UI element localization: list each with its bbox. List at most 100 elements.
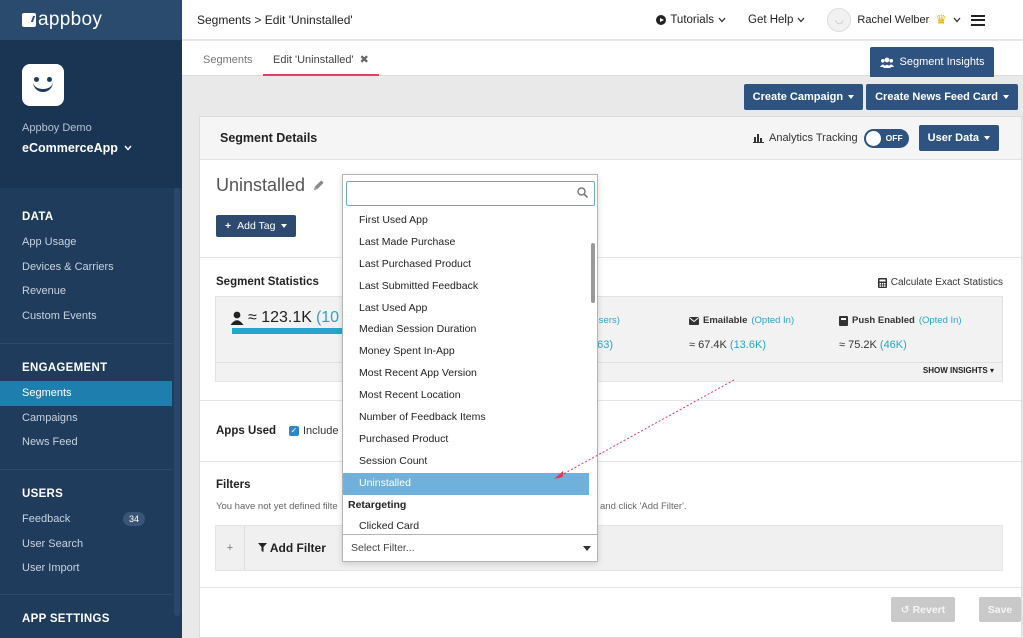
filter-option[interactable]: Clicked Card bbox=[343, 516, 589, 535]
total-users-value: ≈ 123.1K bbox=[248, 309, 312, 326]
segment-name[interactable]: Uninstalled bbox=[216, 175, 305, 196]
plus-icon: + bbox=[225, 220, 232, 232]
dropdown-scrollbar[interactable] bbox=[591, 243, 595, 303]
push-enabled-value: ≈ 75.2K bbox=[839, 339, 877, 351]
app-name-label: eCommerceApp bbox=[22, 141, 118, 155]
logo-bar[interactable]: appboy bbox=[0, 0, 182, 40]
add-filter-bar: + Add Filter bbox=[215, 525, 1003, 571]
divider bbox=[200, 587, 1021, 588]
breadcrumb[interactable]: Segments > Edit 'Uninstalled' bbox=[197, 13, 353, 27]
divider bbox=[200, 257, 1021, 258]
chevron-down-icon bbox=[718, 17, 726, 23]
include-checkbox[interactable]: ✓ bbox=[289, 426, 299, 436]
emailable-sub: (Opted In) bbox=[751, 315, 795, 326]
sidebar-item-app-usage[interactable]: App Usage bbox=[0, 230, 182, 255]
card-header: Segment Details Analytics Tracking OFF U… bbox=[200, 117, 1021, 160]
sidebar-item-custom-events[interactable]: Custom Events bbox=[0, 304, 182, 329]
filter-option[interactable]: Last Made Purchase bbox=[343, 232, 589, 254]
add-filter-label: Add Filter bbox=[258, 541, 326, 555]
app-selector[interactable]: eCommerceApp bbox=[22, 141, 160, 155]
filter-search-box[interactable] bbox=[346, 181, 595, 206]
caret-down-icon bbox=[848, 95, 855, 99]
close-tab-icon[interactable]: ✖ bbox=[360, 54, 369, 66]
calculate-exact-statistics-link[interactable]: Calculate Exact Statistics bbox=[877, 277, 1003, 288]
sidebar-item-campaigns[interactable]: Campaigns bbox=[0, 406, 182, 431]
filter-option[interactable]: Last Purchased Product bbox=[343, 254, 589, 276]
sidebar-item-label: App Usage bbox=[22, 236, 77, 248]
filter-option[interactable]: Most Recent Location bbox=[343, 385, 589, 407]
include-uninstalled-option[interactable]: ✓ Include u bbox=[289, 425, 348, 437]
get-help-label: Get Help bbox=[748, 14, 794, 26]
user-data-button[interactable]: User Data bbox=[918, 125, 999, 151]
filter-option[interactable]: Uninstalled bbox=[343, 472, 589, 495]
revert-button[interactable]: ↺ Revert bbox=[891, 597, 955, 622]
analytics-tracking-text: Analytics Tracking bbox=[768, 132, 858, 144]
create-news-feed-card-button[interactable]: Create News Feed Card bbox=[866, 84, 1018, 110]
sidebar-item-user-search[interactable]: User Search bbox=[0, 532, 182, 557]
filter-option-list: First Used App Last Made Purchase Last Pur… bbox=[343, 210, 589, 535]
bar-chart-icon bbox=[752, 134, 764, 143]
sidebar-item-news-feed[interactable]: News Feed bbox=[0, 430, 182, 455]
calculator-icon bbox=[877, 277, 887, 288]
filters-hint-right: and click 'Add Filter'. bbox=[600, 501, 687, 512]
show-insights-link[interactable]: SHOW INSIGHTS ▾ bbox=[923, 366, 994, 375]
sidebar-item-revenue[interactable]: Revenue bbox=[0, 279, 182, 304]
divider bbox=[200, 461, 1021, 462]
divider bbox=[0, 469, 172, 470]
filter-option[interactable]: Median Session Duration bbox=[343, 319, 589, 341]
divider bbox=[0, 343, 172, 344]
pencil-edit-icon[interactable] bbox=[312, 179, 325, 192]
chevron-down-icon[interactable] bbox=[953, 17, 961, 23]
divider bbox=[200, 400, 1021, 401]
sidebar-item-segments[interactable]: Segments bbox=[0, 381, 172, 406]
emailable-stat-value: ≈ 67.4K (13.6K) bbox=[689, 339, 766, 351]
filters-title: Filters bbox=[216, 479, 251, 491]
user-name[interactable]: Rachel Welber bbox=[857, 14, 929, 26]
segment-statistics-title: Segment Statistics bbox=[216, 276, 319, 288]
filter-option[interactable]: Last Used App bbox=[343, 298, 589, 320]
add-tag-button[interactable]: + Add Tag bbox=[216, 215, 297, 237]
save-button[interactable]: Save bbox=[979, 597, 1021, 622]
segment-insights-label: Segment Insights bbox=[899, 56, 985, 68]
filter-search-input[interactable] bbox=[351, 182, 571, 204]
select-filter-dropdown[interactable]: Select Filter... bbox=[342, 534, 598, 562]
filter-option[interactable]: Session Count bbox=[343, 451, 589, 473]
get-help-menu[interactable]: Get Help bbox=[748, 14, 805, 26]
create-campaign-button[interactable]: Create Campaign bbox=[743, 84, 864, 110]
select-filter-placeholder: Select Filter... bbox=[351, 542, 415, 554]
segment-details-card: Segment Details Analytics Tracking OFF U… bbox=[199, 116, 1022, 638]
emailable-label: Emailable bbox=[703, 315, 748, 326]
sidebar-item-label: Feedback bbox=[22, 513, 71, 525]
segment-insights-button[interactable]: Segment Insights bbox=[870, 47, 994, 77]
filter-option[interactable]: Money Spent In-App bbox=[343, 341, 589, 363]
sidebar-scrollbar[interactable] bbox=[174, 188, 180, 616]
push-enabled-stat-header: Push Enabled (Opted In) bbox=[839, 315, 962, 326]
play-icon bbox=[656, 15, 667, 25]
divider bbox=[0, 594, 172, 595]
hamburger-menu-icon[interactable] bbox=[971, 12, 985, 28]
sidebar: appboy Appboy Demo eCommerceApp DATA App … bbox=[0, 0, 182, 638]
filter-option[interactable]: Number of Feedback Items bbox=[343, 407, 589, 429]
undo-icon: ↺ bbox=[900, 603, 910, 616]
toggle-knob bbox=[865, 130, 881, 146]
user-avatar[interactable]: ◡ bbox=[827, 8, 852, 32]
filter-option[interactable]: First Used App bbox=[343, 210, 589, 232]
add-tag-label: Add Tag bbox=[237, 220, 276, 232]
sidebar-item-user-import[interactable]: User Import bbox=[0, 556, 182, 581]
analytics-tracking-label: Analytics Tracking bbox=[752, 132, 858, 144]
tab-edit-uninstalled[interactable]: Edit 'Uninstalled' ✖ bbox=[263, 41, 379, 76]
tutorials-menu[interactable]: Tutorials bbox=[656, 14, 726, 26]
sidebar-item-feedback[interactable]: Feedback 34 bbox=[0, 507, 182, 532]
emailable-value: ≈ 67.4K bbox=[689, 339, 727, 351]
app-smiley-icon bbox=[22, 64, 64, 106]
filter-option[interactable]: Purchased Product bbox=[343, 429, 589, 451]
filter-option[interactable]: Last Submitted Feedback bbox=[343, 276, 589, 298]
analytics-tracking-toggle[interactable]: OFF bbox=[863, 128, 909, 148]
sidebar-item-devices-carriers[interactable]: Devices & Carriers bbox=[0, 255, 182, 280]
tabs-row: Segments Edit 'Uninstalled' ✖ Segment Ins… bbox=[182, 41, 1023, 77]
filter-dropdown: First Used App Last Made Purchase Last Pur… bbox=[342, 174, 598, 562]
user-icon bbox=[230, 311, 244, 325]
tab-segments[interactable]: Segments bbox=[203, 41, 253, 76]
add-filter-group-button[interactable]: + bbox=[216, 526, 245, 570]
filter-option[interactable]: Most Recent App Version bbox=[343, 363, 589, 385]
